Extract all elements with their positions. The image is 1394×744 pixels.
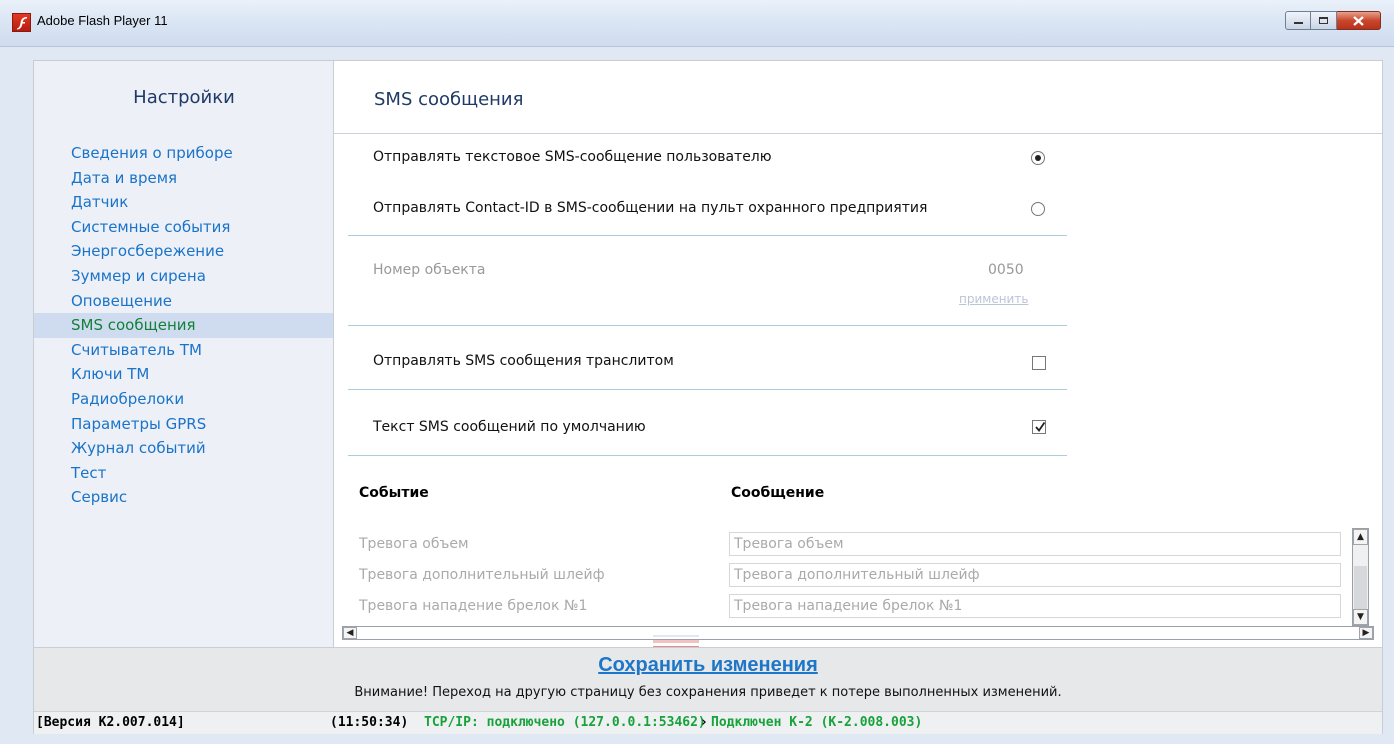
- sidebar-item-key-fobs[interactable]: Радиобрелоки: [34, 387, 333, 412]
- sidebar-nav: Сведения о приборе Дата и время Датчик С…: [34, 141, 333, 510]
- horizontal-scrollbar[interactable]: ◀ ▶: [342, 626, 1374, 640]
- sidebar-item-system-events[interactable]: Системные события: [34, 215, 333, 240]
- message-field[interactable]: Тревога нападение брелок №1: [729, 594, 1341, 618]
- sidebar-item-device-info[interactable]: Сведения о приборе: [34, 141, 333, 166]
- scroll-down-icon[interactable]: ▼: [1353, 609, 1368, 625]
- sidebar-item-service[interactable]: Сервис: [34, 485, 333, 510]
- sidebar-item-notification[interactable]: Оповещение: [34, 289, 333, 314]
- message-field[interactable]: Тревога объем: [729, 532, 1341, 556]
- default-text-checkbox[interactable]: [1032, 420, 1046, 434]
- scroll-up-icon[interactable]: ▲: [1353, 529, 1368, 545]
- divider: [348, 325, 1067, 326]
- message-field[interactable]: Тревога дополнительный шлейф: [729, 563, 1341, 587]
- divider: [348, 389, 1067, 390]
- sidebar-item-buzzer-siren[interactable]: Зуммер и сирена: [34, 264, 333, 289]
- event-column-header: Событие: [359, 485, 429, 501]
- content-panel: SMS сообщения Отправлять текстовое SMS-с…: [334, 61, 1382, 647]
- close-button[interactable]: [1337, 11, 1381, 30]
- title-divider: [334, 133, 1382, 134]
- sidebar-item-test[interactable]: Тест: [34, 461, 333, 486]
- send-text-radio[interactable]: [1031, 151, 1045, 165]
- sidebar-title: Настройки: [133, 87, 235, 108]
- object-number-label: Номер объекта: [373, 262, 486, 278]
- unsaved-warning: Внимание! Переход на другую страницу без…: [354, 685, 1062, 700]
- object-number-field[interactable]: 0050: [988, 262, 1024, 278]
- sidebar-item-sensor[interactable]: Датчик: [34, 190, 333, 215]
- version-text: [Версия К2.007.014]: [36, 715, 185, 730]
- app-panel: Настройки Сведения о приборе Дата и врем…: [33, 60, 1383, 734]
- scroll-right-icon[interactable]: ▶: [1359, 627, 1373, 639]
- flash-icon: [12, 13, 31, 32]
- sidebar: Настройки Сведения о приборе Дата и врем…: [34, 61, 334, 647]
- event-label: Тревога нападение брелок №1: [359, 598, 588, 614]
- vertical-scrollbar[interactable]: ▲ ▼: [1352, 528, 1369, 626]
- translit-label: Отправлять SMS сообщения транслитом: [373, 353, 674, 369]
- send-text-label: Отправлять текстовое SMS-сообщение польз…: [373, 149, 772, 165]
- connection-status: TCP/IP: подключено (127.0.0.1:53462): [424, 715, 706, 730]
- status-time: (11:50:34): [330, 715, 409, 730]
- close-icon: [1353, 16, 1364, 26]
- sidebar-item-gprs[interactable]: Параметры GPRS: [34, 412, 333, 437]
- translit-checkbox[interactable]: [1032, 356, 1046, 370]
- status-separator: ›: [700, 715, 708, 730]
- window-controls: [1285, 11, 1381, 32]
- send-contactid-label: Отправлять Contact-ID в SMS-сообщении на…: [373, 200, 928, 216]
- event-label: Тревога дополнительный шлейф: [359, 567, 605, 583]
- status-bar: [Версия К2.007.014] (11:50:34) TCP/IP: п…: [34, 711, 1382, 734]
- scroll-left-icon[interactable]: ◀: [343, 627, 357, 639]
- window-title: Adobe Flash Player 11: [37, 13, 168, 28]
- minimize-icon: [1294, 22, 1303, 24]
- device-status: Подключен К-2 (К-2.008.003): [711, 715, 923, 730]
- send-contactid-radio[interactable]: [1031, 202, 1045, 216]
- window-titlebar: Adobe Flash Player 11: [0, 0, 1394, 47]
- event-label: Тревога объем: [359, 536, 469, 552]
- sidebar-item-tm-keys[interactable]: Ключи ТМ: [34, 362, 333, 387]
- minimize-button[interactable]: [1285, 11, 1311, 30]
- scroll-thumb[interactable]: [1354, 566, 1367, 612]
- maximize-button[interactable]: [1311, 11, 1337, 30]
- divider: [348, 235, 1067, 236]
- sidebar-item-event-log[interactable]: Журнал событий: [34, 436, 333, 461]
- message-column-header: Сообщение: [731, 485, 825, 501]
- divider: [348, 455, 1067, 456]
- checkmark-icon: [1035, 421, 1046, 432]
- sidebar-item-sms[interactable]: SMS сообщения: [34, 313, 333, 338]
- sidebar-item-tm-reader[interactable]: Считыватель ТМ: [34, 338, 333, 363]
- sidebar-item-power-saving[interactable]: Энергосбережение: [34, 239, 333, 264]
- save-changes-link[interactable]: Сохранить изменения: [34, 654, 1382, 677]
- default-text-label: Текст SMS сообщений по умолчанию: [373, 419, 646, 435]
- page-title: SMS сообщения: [374, 89, 524, 110]
- footer: Сохранить изменения Внимание! Переход на…: [34, 647, 1382, 712]
- sidebar-item-date-time[interactable]: Дата и время: [34, 166, 333, 191]
- maximize-icon: [1319, 17, 1328, 24]
- apply-link[interactable]: применить: [959, 292, 1028, 306]
